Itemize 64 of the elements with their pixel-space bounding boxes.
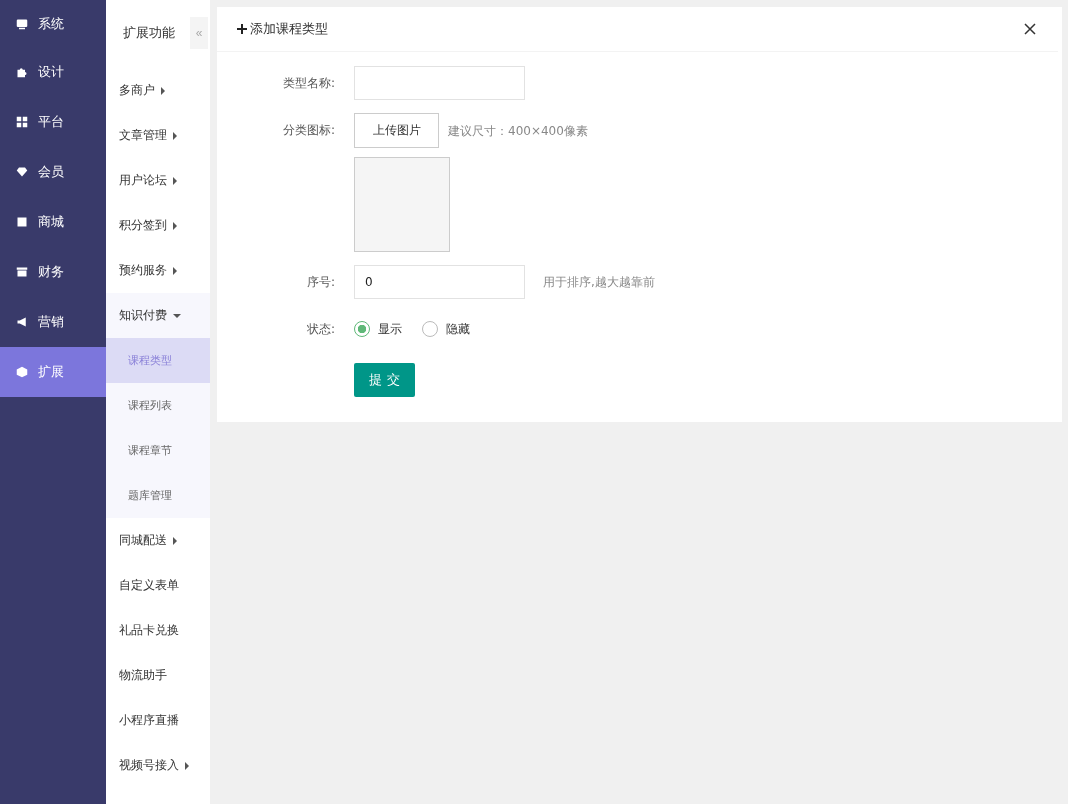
- menu-item[interactable]: 小程序直播: [106, 698, 210, 743]
- menu-item[interactable]: 同城配送: [106, 518, 210, 563]
- menu-label: 知识付费: [119, 307, 167, 324]
- menu-label: 预约服务: [119, 262, 167, 279]
- radio-label: 显示: [378, 321, 402, 338]
- menu-item[interactable]: 积分签到: [106, 203, 210, 248]
- field-label: 分类图标:: [281, 122, 336, 139]
- nav-label: 平台: [38, 113, 64, 131]
- menu-item[interactable]: 用户论坛: [106, 158, 210, 203]
- menu-item[interactable]: 物流助手: [106, 653, 210, 698]
- upload-button[interactable]: 上传图片: [354, 113, 439, 148]
- close-icon[interactable]: [1024, 23, 1036, 35]
- radio-label: 隐藏: [446, 321, 470, 338]
- monitor-icon: [16, 17, 28, 30]
- field-label: 类型名称:: [281, 75, 336, 92]
- nav-label: 营销: [38, 313, 64, 331]
- hint-text: 用于排序,越大越靠前: [543, 274, 655, 291]
- menu-label: 物流助手: [119, 667, 167, 684]
- nav-label: 设计: [38, 63, 64, 81]
- menu-label: 小程序直播: [119, 712, 179, 729]
- radio-button[interactable]: [354, 321, 370, 337]
- menu-item[interactable]: 多商户: [106, 68, 210, 113]
- nav-item[interactable]: 平台: [0, 97, 106, 147]
- grid-icon: [16, 116, 28, 128]
- nav-label: 商城: [38, 213, 64, 231]
- nav-label: 财务: [38, 263, 64, 281]
- nav-item[interactable]: 会员: [0, 147, 106, 197]
- menu-label: 用户论坛: [119, 172, 167, 189]
- input-field[interactable]: 0: [354, 265, 525, 299]
- puzzle-icon: [16, 66, 28, 78]
- megaphone-icon: [16, 316, 28, 328]
- menu-label: 同城配送: [119, 532, 167, 549]
- menu-item[interactable]: 自定义表单: [106, 563, 210, 608]
- menu-item[interactable]: 预约服务: [106, 248, 210, 293]
- nav-label: 会员: [38, 163, 64, 181]
- menu-label: 礼品卡兑换: [119, 622, 179, 639]
- nav-label: 扩展: [38, 363, 64, 381]
- menu-label: 视频号接入: [119, 757, 179, 774]
- menu-item[interactable]: 文章管理: [106, 113, 210, 158]
- menu-label: 多商户: [119, 82, 155, 99]
- submenu-item[interactable]: 题库管理: [106, 473, 210, 518]
- nav-item[interactable]: 商城: [0, 197, 106, 247]
- input-field[interactable]: [354, 66, 525, 100]
- sidebar-title: 扩展功能: [123, 24, 175, 42]
- menu-item[interactable]: 视频号接入: [106, 743, 210, 788]
- cube-icon: [16, 366, 28, 378]
- nav-item[interactable]: 财务: [0, 247, 106, 297]
- menu-label: 积分签到: [119, 217, 167, 234]
- nav-item[interactable]: 营销: [0, 297, 106, 347]
- field-label: 序号:: [305, 274, 336, 291]
- menu-label: 自定义表单: [119, 577, 179, 594]
- gem-icon: [16, 166, 28, 178]
- field-label: 状态:: [305, 321, 336, 338]
- nav-item[interactable]: 设计: [0, 47, 106, 97]
- nav-item[interactable]: 系统: [0, 0, 106, 47]
- menu-item[interactable]: 礼品卡兑换: [106, 608, 210, 653]
- menu-label: 文章管理: [119, 127, 167, 144]
- hint-text: 建议尺寸：400×400像素: [448, 122, 588, 140]
- nav-item[interactable]: 扩展: [0, 347, 106, 397]
- nav-label: 系统: [38, 14, 64, 33]
- submenu-item[interactable]: 课程章节: [106, 428, 210, 473]
- submit-button[interactable]: 提 交: [354, 363, 415, 397]
- submenu-item[interactable]: 课程列表: [106, 383, 210, 428]
- panel-title: 添加课程类型: [250, 20, 328, 38]
